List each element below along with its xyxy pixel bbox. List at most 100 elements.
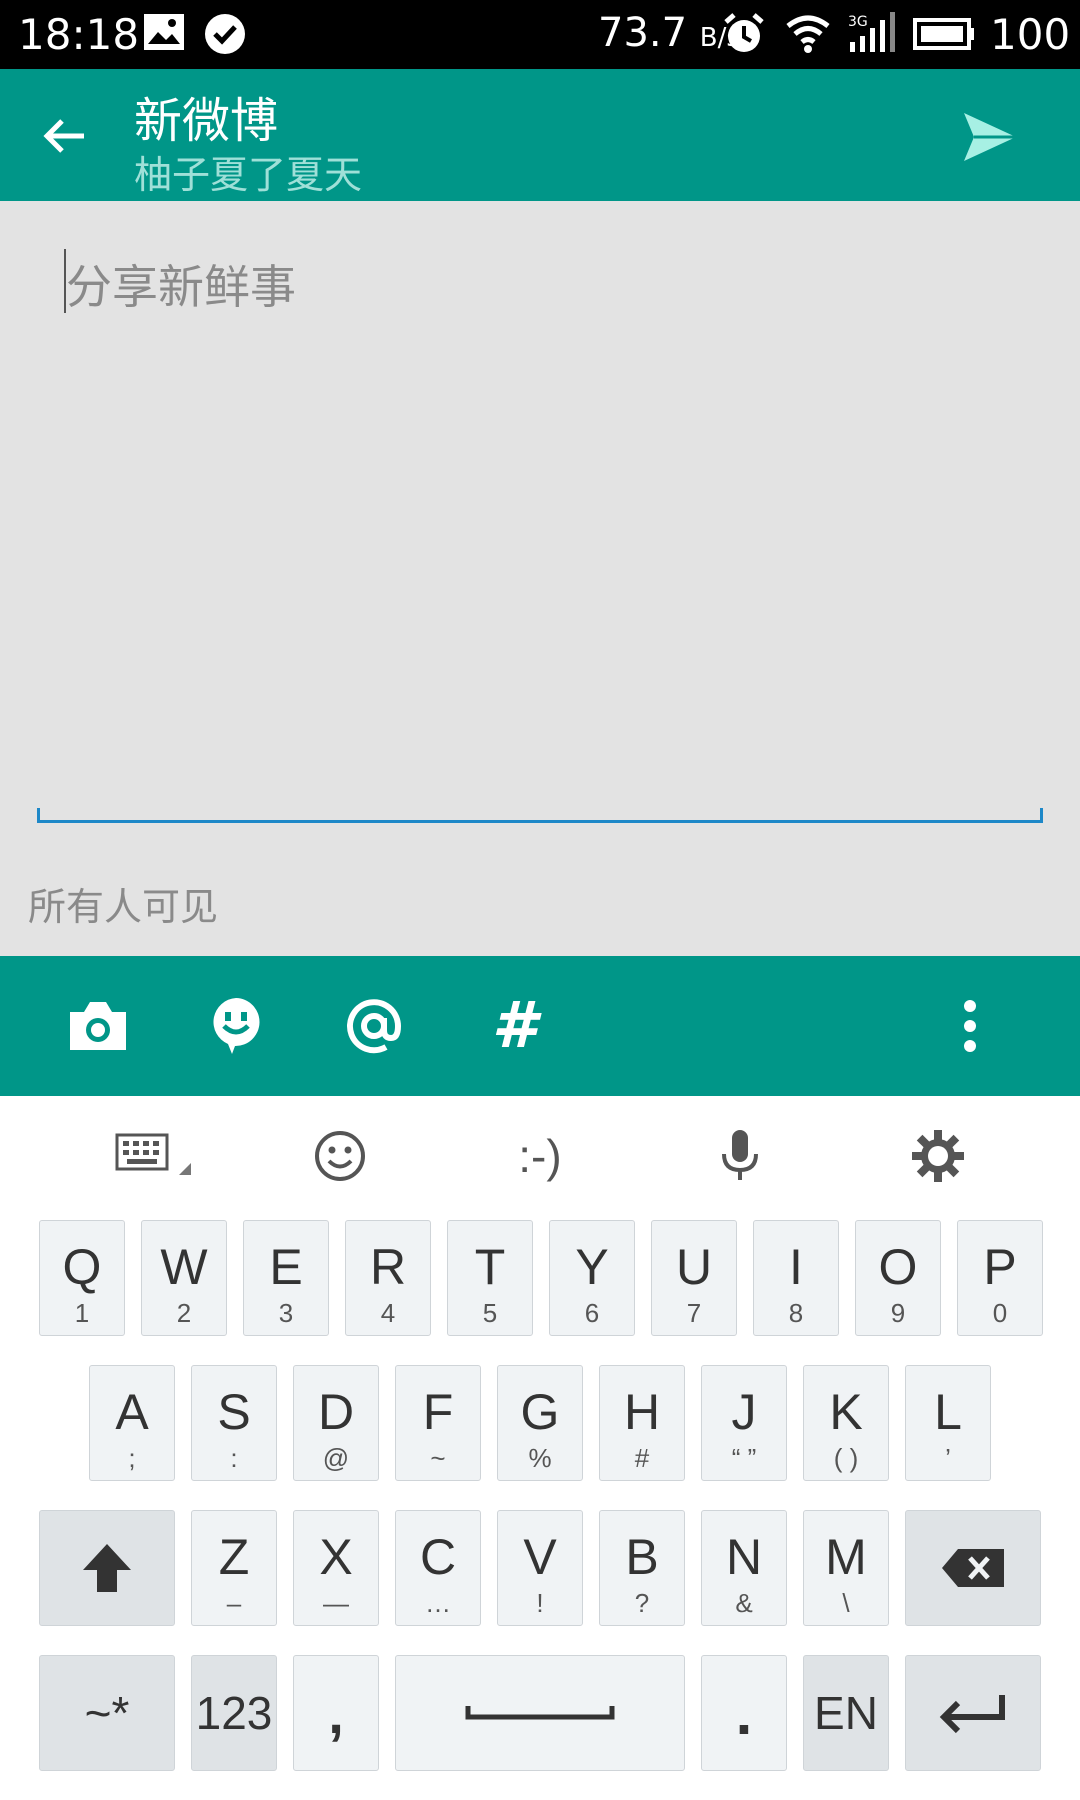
enter-icon	[939, 1695, 1005, 1734]
key-d[interactable]: D @	[293, 1365, 379, 1481]
key-main: Q	[62, 1239, 102, 1295]
key-t[interactable]: T5	[447, 1220, 533, 1336]
camera-icon	[70, 1002, 126, 1050]
key-f[interactable]: F ~	[395, 1365, 481, 1481]
key-main: X	[319, 1529, 353, 1585]
key-main: F	[422, 1384, 454, 1440]
network-speed: 73.7 B/s	[598, 10, 740, 56]
key-main: S	[217, 1384, 251, 1440]
voice-input-button[interactable]	[700, 1096, 780, 1216]
comma-key-label: ,	[328, 1681, 344, 1745]
key-sub: :	[230, 1443, 238, 1473]
key-sub: 9	[890, 1298, 906, 1328]
battery-icon	[913, 16, 975, 56]
post-text-input[interactable]: 分享新鲜事	[66, 251, 296, 317]
shift-key[interactable]	[39, 1510, 175, 1626]
back-button[interactable]	[40, 111, 90, 161]
key-sub: ~	[430, 1443, 446, 1473]
key-main: B	[625, 1529, 659, 1585]
key-sub: 5	[482, 1298, 498, 1328]
key-x[interactable]: X —	[293, 1510, 379, 1626]
key-k[interactable]: K ( )	[803, 1365, 889, 1481]
key-sub: %	[528, 1443, 552, 1473]
key-main: H	[623, 1384, 661, 1440]
key-sub: –	[226, 1588, 242, 1618]
image-notification-icon	[142, 12, 186, 56]
emoticon-button[interactable]: :-)	[500, 1096, 580, 1216]
emoji-bubble-icon	[213, 998, 260, 1054]
key-u[interactable]: U7	[651, 1220, 737, 1336]
check-circle-icon	[203, 12, 247, 60]
key-m[interactable]: M \	[803, 1510, 889, 1626]
compose-toolbar: #	[0, 956, 1080, 1096]
keyboard-toolbar: :-)	[0, 1096, 1080, 1216]
key-y[interactable]: Y6	[549, 1220, 635, 1336]
emoji-button[interactable]	[196, 956, 276, 1096]
key-q[interactable]: Q1	[39, 1220, 125, 1336]
key-n[interactable]: N &	[701, 1510, 787, 1626]
comma-key[interactable]: ,	[293, 1655, 379, 1771]
key-sub: &	[735, 1588, 753, 1618]
key-c[interactable]: C…	[395, 1510, 481, 1626]
period-key-label: .	[735, 1679, 753, 1747]
key-l[interactable]: L’	[905, 1365, 991, 1481]
backspace-key[interactable]	[905, 1510, 1041, 1626]
key-main: N	[725, 1529, 763, 1585]
key-s[interactable]: S:	[191, 1365, 277, 1481]
at-icon	[347, 999, 402, 1054]
key-main: T	[474, 1239, 506, 1295]
space-key[interactable]	[395, 1655, 685, 1771]
hashtag-button[interactable]: #	[474, 956, 554, 1096]
key-main: W	[160, 1239, 208, 1295]
key-o[interactable]: O9	[855, 1220, 941, 1336]
account-name: 柚子夏了夏天	[134, 153, 363, 197]
key-main: U	[675, 1239, 713, 1295]
key-b[interactable]: B?	[599, 1510, 685, 1626]
mention-button[interactable]	[334, 956, 414, 1096]
svg-text:3G: 3G	[848, 14, 868, 30]
key-a[interactable]: A;	[89, 1365, 175, 1481]
numbers-key[interactable]: 123	[191, 1655, 277, 1771]
space-bar-icon	[465, 1706, 615, 1720]
key-w[interactable]: W2	[141, 1220, 227, 1336]
microphone-icon	[722, 1130, 758, 1180]
camera-button[interactable]	[58, 956, 138, 1096]
key-main: I	[789, 1239, 803, 1295]
wifi-icon	[785, 12, 831, 60]
visibility-selector[interactable]: 所有人可见	[28, 876, 218, 931]
key-main: Z	[218, 1529, 250, 1585]
language-key[interactable]: EN	[803, 1655, 889, 1771]
key-z[interactable]: Z –	[191, 1510, 277, 1626]
keyboard-settings-button[interactable]	[898, 1096, 978, 1216]
key-sub: ( )	[833, 1443, 859, 1473]
enter-key[interactable]	[905, 1655, 1041, 1771]
key-h[interactable]: H #	[599, 1365, 685, 1481]
emoticon-label: :-)	[518, 1130, 562, 1182]
status-time: 18:18	[18, 10, 140, 59]
key-p[interactable]: P0	[957, 1220, 1043, 1336]
key-r[interactable]: R4	[345, 1220, 431, 1336]
key-sub: ’	[945, 1443, 951, 1473]
arrow-back-icon	[43, 119, 84, 153]
key-v[interactable]: V!	[497, 1510, 583, 1626]
key-i[interactable]: I8	[753, 1220, 839, 1336]
hashtag-icon: #	[491, 989, 537, 1063]
keyboard-switch-button[interactable]	[110, 1096, 200, 1216]
symbols-key[interactable]: ~*	[39, 1655, 175, 1771]
key-main: M	[825, 1529, 867, 1585]
key-sub: 4	[380, 1298, 396, 1328]
backspace-icon	[942, 1549, 1004, 1587]
send-icon	[964, 113, 1016, 161]
key-sub: \	[842, 1588, 850, 1618]
key-j[interactable]: J “ ”	[701, 1365, 787, 1481]
more-options-button[interactable]	[940, 956, 1000, 1096]
key-main: E	[269, 1239, 303, 1295]
key-g[interactable]: G%	[497, 1365, 583, 1481]
period-key[interactable]: .	[701, 1655, 787, 1771]
key-e[interactable]: E3	[243, 1220, 329, 1336]
shift-arrow-icon	[83, 1544, 131, 1592]
key-sub: —	[323, 1588, 349, 1618]
key-main: P	[983, 1239, 1017, 1295]
send-button[interactable]	[960, 109, 1020, 165]
emoji-keyboard-button[interactable]	[300, 1096, 380, 1216]
